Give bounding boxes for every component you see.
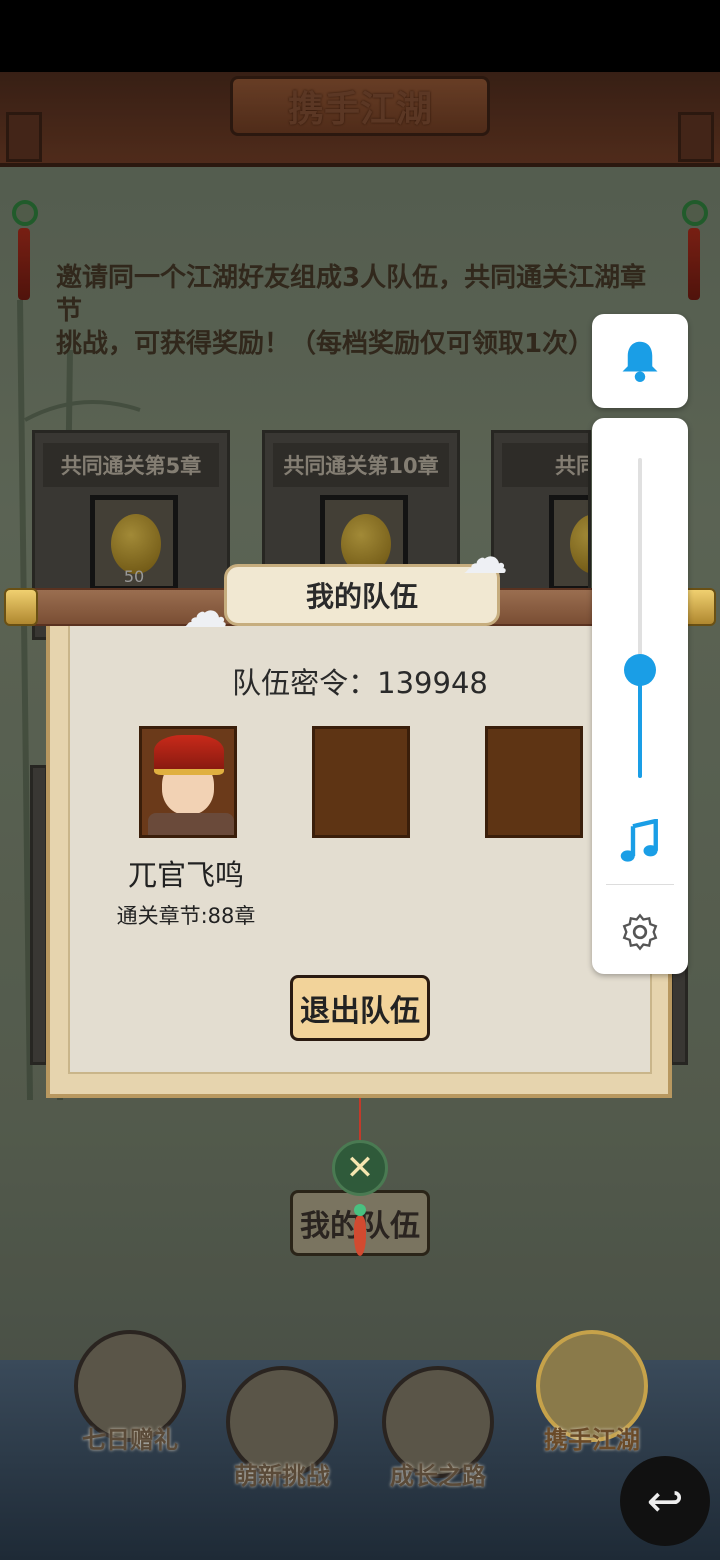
team-popup-title: 我的队伍 (305, 580, 418, 613)
volume-panel (592, 418, 688, 974)
gear-icon (622, 913, 658, 951)
bead-ornament (354, 1204, 366, 1216)
nav-newbie-challenge[interactable]: 萌新挑战 (222, 1366, 342, 1546)
avatar-hat (154, 735, 224, 775)
volume-slider-fill (638, 670, 642, 778)
music-button[interactable] (592, 814, 688, 870)
team-popup-title-plate: 我的队伍 (224, 564, 500, 626)
nav-label: 携手江湖 (544, 1426, 640, 1454)
bell-icon (622, 341, 658, 382)
volume-slider-handle[interactable] (624, 654, 656, 686)
cloud-ornament-left: ☁ (182, 584, 228, 638)
team-member-slot-2[interactable] (312, 726, 410, 838)
back-arrow-icon: ↩ (646, 1475, 684, 1527)
scroll-rod-cap-left (4, 588, 38, 626)
member-chapter: 通关章节:88章 (116, 904, 256, 928)
team-member-slot-1[interactable] (139, 726, 237, 838)
music-note-icon (620, 819, 658, 862)
back-button[interactable]: ↩ (620, 1456, 710, 1546)
team-member-slot-3[interactable] (485, 726, 583, 838)
settings-button[interactable] (592, 904, 688, 960)
nav-label: 七日赠礼 (82, 1426, 178, 1454)
close-cord (359, 1098, 361, 1142)
member-name: 兀官飞鸣 (127, 858, 244, 892)
nav-growth-path[interactable]: 成长之路 (378, 1366, 498, 1546)
close-button[interactable]: ✕ (332, 1140, 388, 1196)
avatar-body (148, 813, 234, 835)
crossed-swords-icon: ✕ (345, 1148, 375, 1188)
panel-divider (606, 884, 674, 885)
quit-team-button[interactable]: 退出队伍 (290, 975, 430, 1041)
nav-seven-day-gift[interactable]: 七日赠礼 (70, 1330, 190, 1510)
nav-label: 成长之路 (390, 1462, 486, 1490)
notification-panel[interactable] (592, 314, 688, 408)
status-bar (0, 0, 720, 72)
nav-label: 萌新挑战 (234, 1462, 330, 1490)
team-code: 队伍密令：139948 (232, 666, 488, 700)
tassel-ornament (354, 1216, 366, 1256)
cloud-ornament-right: ☁ (462, 530, 508, 584)
